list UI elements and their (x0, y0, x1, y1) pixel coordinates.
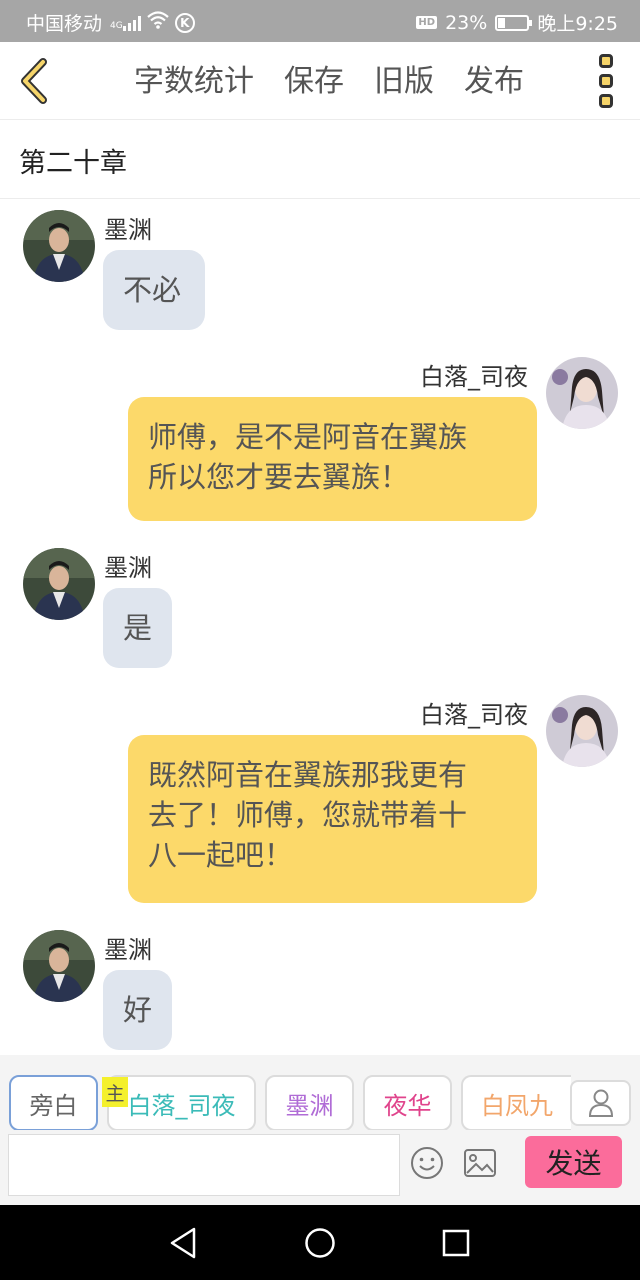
speaker-name: 白落_司夜 (420, 363, 528, 391)
message-bubble[interactable]: 师傅，是不是阿音在翼族 所以您才要去翼族！ (128, 397, 537, 521)
nav-home-icon[interactable] (304, 1227, 336, 1263)
save-button[interactable]: 保存 (284, 62, 344, 102)
vpn-k-icon: K (174, 12, 195, 33)
battery-icon (495, 14, 533, 31)
speaker-name: 墨渊 (104, 216, 152, 244)
role-label: 夜华 (383, 1091, 432, 1120)
send-button[interactable]: 发送 (525, 1136, 622, 1188)
back-button[interactable] (14, 56, 54, 106)
avatar-moyuan[interactable] (23, 210, 95, 282)
message-line: 既然阿音在翼族那我更有 (148, 758, 468, 792)
wifi-icon (146, 11, 169, 34)
system-nav-bar (0, 1205, 640, 1280)
chapter-title: 第二十章 (19, 148, 127, 179)
message-line: 师傅，是不是阿音在翼族 (148, 420, 468, 454)
message-bubble[interactable]: 不必 (103, 250, 205, 330)
message-line: 去了！师傅，您就带着十 (148, 798, 468, 832)
role-button[interactable]: 夜华 (363, 1075, 452, 1131)
role-label: 白凤九 (481, 1091, 553, 1120)
smile-icon[interactable] (410, 1146, 444, 1184)
publish-button[interactable]: 发布 (464, 62, 524, 102)
chevron-left-icon (21, 58, 47, 104)
message-bubble[interactable]: 是 (103, 588, 172, 668)
signal-icon (122, 15, 141, 31)
carrier-label: 中国移动 (26, 13, 103, 35)
top-toolbar: 字数统计 保存 旧版 发布 (0, 42, 640, 120)
word-count-button[interactable]: 字数统计 (134, 62, 254, 102)
speaker-name: 墨渊 (104, 554, 152, 582)
message-input[interactable] (8, 1134, 400, 1196)
message-bubble[interactable]: 好 (103, 970, 172, 1050)
speaker-name: 墨渊 (104, 936, 152, 964)
role-label: 白落_司夜 (127, 1091, 236, 1120)
avatar-moyuan[interactable] (23, 548, 95, 620)
speaker-name: 白落_司夜 (420, 701, 528, 729)
network-type: 4G (108, 15, 141, 31)
message-line: 八一起吧！ (148, 838, 294, 872)
old-version-button[interactable]: 旧版 (374, 62, 434, 102)
avatar-bailuo-siye[interactable] (546, 357, 618, 429)
chapter-title-bar[interactable]: 第二十章 (0, 121, 640, 199)
clock: 晚上9:25 (537, 13, 618, 35)
chat-area[interactable]: 墨渊 不必 白落_司夜 师傅，是不是阿音在翼族 所以您才要去翼族！ 墨渊 是 白… (0, 200, 640, 1055)
battery-percent: 23% (445, 11, 488, 34)
message-line: 所以您才要去翼族！ (148, 460, 410, 494)
role-button[interactable]: 白落_司夜 (107, 1075, 256, 1131)
role-manage-button[interactable] (570, 1080, 631, 1126)
avatar-moyuan[interactable] (23, 930, 95, 1002)
avatar-bailuo-siye[interactable] (546, 695, 618, 767)
role-label: 墨渊 (285, 1091, 334, 1120)
input-bar: 发送 (0, 1130, 640, 1205)
person-icon (588, 1089, 613, 1117)
role-narration-button[interactable]: 旁白 (9, 1075, 98, 1131)
image-icon[interactable] (463, 1148, 497, 1182)
status-bar: 中国移动 4G K HD 23% 晚上9:25 (0, 0, 640, 42)
hd-badge: HD (416, 16, 438, 29)
more-vertical-icon[interactable] (594, 54, 618, 108)
role-button[interactable]: 墨渊 (265, 1075, 354, 1131)
nav-back-icon[interactable] (168, 1227, 198, 1263)
role-button[interactable]: 白凤九 (461, 1075, 571, 1131)
nav-recents-icon[interactable] (442, 1229, 470, 1261)
main-role-tag: 主 (102, 1077, 128, 1107)
message-bubble[interactable]: 既然阿音在翼族那我更有 去了！师傅，您就带着十 八一起吧！ (128, 735, 537, 903)
